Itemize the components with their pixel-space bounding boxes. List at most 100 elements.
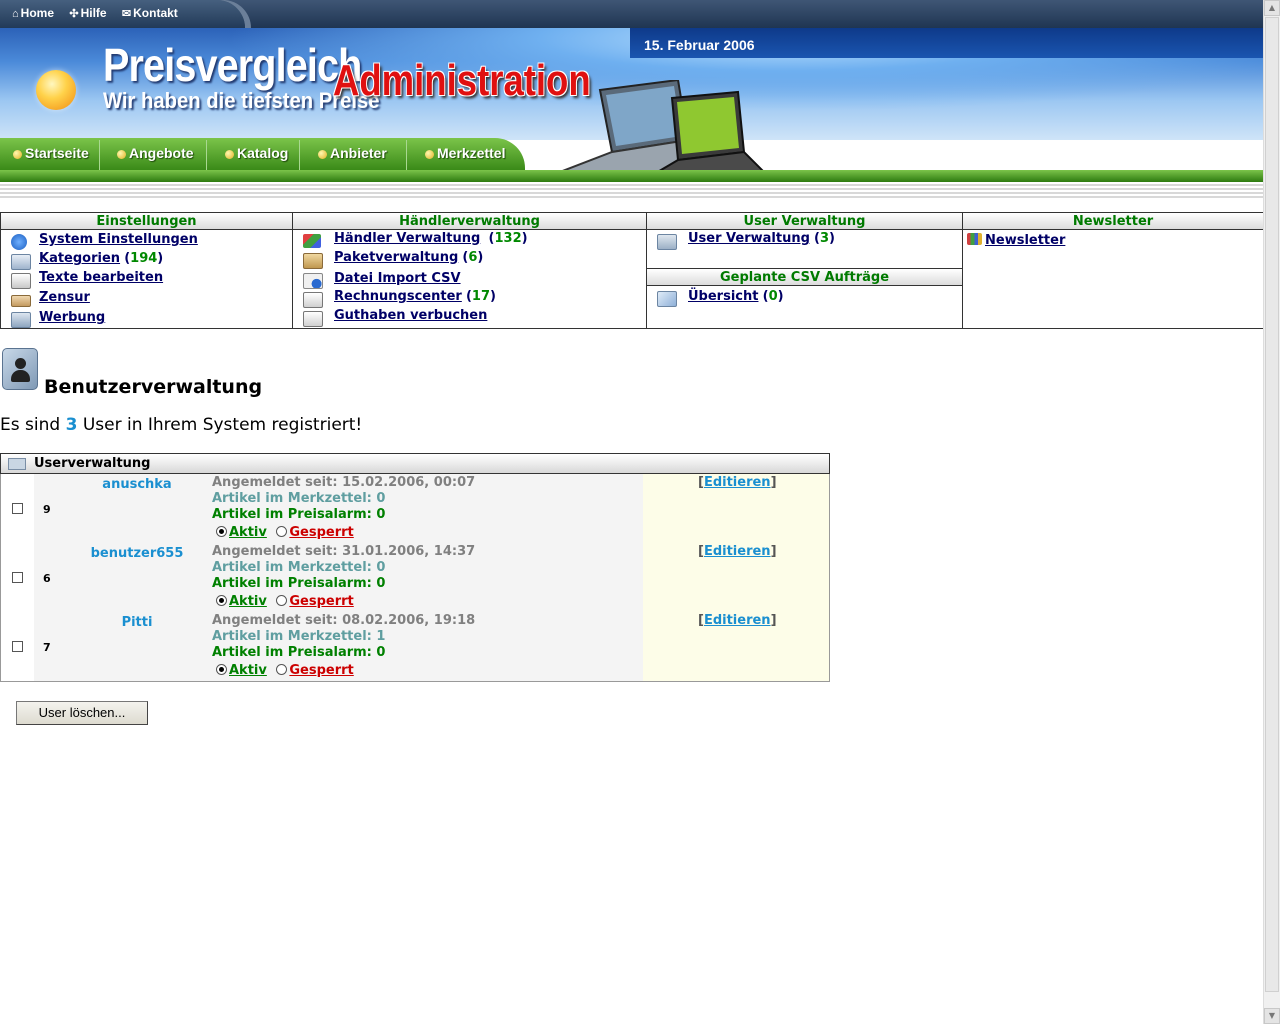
menu-einstellungen: Einstellungen System Einstellungen Kateg… xyxy=(1,213,293,328)
bullet-icon xyxy=(117,149,126,159)
help-link[interactable]: ✣ Hilfe xyxy=(69,6,106,20)
menu-rechnungscenter[interactable]: Rechnungscenter xyxy=(334,289,462,304)
menu-guthaben-verbuchen[interactable]: Guthaben verbuchen xyxy=(334,308,487,323)
help-icon: ✣ xyxy=(69,8,79,20)
menu-zensur[interactable]: Zensur xyxy=(39,290,90,305)
home-link[interactable]: ⌂ Home xyxy=(12,6,54,20)
admin-title: Administration xyxy=(333,56,591,105)
header-date: 15. Februar 2006 xyxy=(644,37,755,53)
user-id: 6 xyxy=(43,572,51,585)
user-status: Aktiv Gesperrt xyxy=(216,663,354,678)
user-count-info: Es sind 3 User in Ihrem System registrie… xyxy=(0,415,363,435)
registered-user-count: 3 xyxy=(65,415,78,435)
menu-einstellungen-title: Einstellungen xyxy=(1,213,292,230)
kategorien-count: 194 xyxy=(130,251,158,266)
table-row: 6 benutzer655 Angemeldet seit: 31.01.200… xyxy=(1,543,829,613)
bullet-icon xyxy=(425,149,434,159)
edit-text-icon xyxy=(11,273,31,289)
nav-startseite[interactable]: Startseite xyxy=(13,145,89,161)
home-icon: ⌂ xyxy=(12,8,19,20)
menu-user-verwaltung[interactable]: User Verwaltung xyxy=(688,231,810,246)
user-status: Aktiv Gesperrt xyxy=(216,525,354,540)
select-user-checkbox[interactable] xyxy=(12,641,23,652)
newsletter-icon xyxy=(967,233,982,245)
gesperrt-label[interactable]: Gesperrt xyxy=(289,525,353,540)
menu-haendler-title: Händlerverwaltung xyxy=(293,213,646,230)
edit-user-link[interactable]: Editieren xyxy=(704,544,771,559)
header-green-line xyxy=(0,170,1264,182)
edit-user: [Editieren] xyxy=(698,544,777,559)
menu-uebersicht[interactable]: Übersicht xyxy=(688,289,758,304)
contact-link[interactable]: ✉ Kontakt xyxy=(122,6,178,20)
nav-katalog[interactable]: Katalog xyxy=(225,145,288,161)
user-table: 9 anuschka Angemeldet seit: 15.02.2006, … xyxy=(0,474,830,682)
user-table-header: Userverwaltung xyxy=(0,453,830,474)
vertical-scrollbar[interactable]: ▲ ▼ xyxy=(1263,0,1280,1024)
page-title: Benutzerverwaltung xyxy=(44,376,263,398)
menu-haendler-verwaltung[interactable]: Händler Verwaltung xyxy=(334,231,480,246)
edit-user-link[interactable]: Editieren xyxy=(704,613,771,628)
menu-system-einstellungen[interactable]: System Einstellungen xyxy=(39,232,198,247)
user-since: Angemeldet seit: 08.02.2006, 19:18 xyxy=(212,613,476,628)
header-stripes xyxy=(0,182,1264,200)
scroll-down-icon[interactable]: ▼ xyxy=(1264,1008,1280,1024)
nav-merkzettel[interactable]: Merkzettel xyxy=(425,145,505,161)
edit-user-link[interactable]: Editieren xyxy=(704,475,771,490)
user-merkzettel: Artikel im Merkzettel: 0 xyxy=(212,560,386,575)
menu-datei-import-csv[interactable]: Datei Import CSV xyxy=(334,271,461,286)
table-row: 9 anuschka Angemeldet seit: 15.02.2006, … xyxy=(1,474,829,544)
nav-anbieter[interactable]: Anbieter xyxy=(318,145,387,161)
scroll-thumb[interactable] xyxy=(1265,17,1279,992)
site-title: Preisvergleich xyxy=(103,39,362,91)
globe-icon xyxy=(11,234,27,250)
user-id: 9 xyxy=(43,503,51,516)
menu-paketverwaltung[interactable]: Paketverwaltung xyxy=(334,250,458,265)
gesperrt-radio[interactable] xyxy=(276,595,288,606)
gesperrt-label[interactable]: Gesperrt xyxy=(289,594,353,609)
package-icon xyxy=(303,253,323,269)
user-preisalarm: Artikel im Preisalarm: 0 xyxy=(212,576,386,591)
site-header: ⌂ Home ✣ Hilfe ✉ Kontakt 15. Februar 2006 P… xyxy=(0,0,1264,200)
aktiv-label[interactable]: Aktiv xyxy=(229,594,267,609)
admin-menu: Einstellungen System Einstellungen Kateg… xyxy=(0,212,1264,329)
gesperrt-label[interactable]: Gesperrt xyxy=(289,663,353,678)
user-preisalarm: Artikel im Preisalarm: 0 xyxy=(212,507,386,522)
nav-divider xyxy=(206,140,207,170)
scroll-up-icon[interactable]: ▲ xyxy=(1264,0,1280,16)
user-status: Aktiv Gesperrt xyxy=(216,594,354,609)
menu-werbung[interactable]: Werbung xyxy=(39,310,105,325)
bullet-icon xyxy=(318,149,327,159)
nav-divider xyxy=(299,140,300,170)
aktiv-radio[interactable] xyxy=(216,526,227,537)
menu-haendler: Händlerverwaltung Händler Verwaltung (13… xyxy=(293,213,647,328)
user-since: Angemeldet seit: 15.02.2006, 00:07 xyxy=(212,475,476,490)
menu-texte-bearbeiten[interactable]: Texte bearbeiten xyxy=(39,270,163,285)
user-merkzettel: Artikel im Merkzettel: 0 xyxy=(212,491,386,506)
mail-icon: ✉ xyxy=(121,8,132,20)
menu-newsletter-link[interactable]: Newsletter xyxy=(985,233,1065,248)
select-user-checkbox[interactable] xyxy=(12,503,23,514)
aktiv-label[interactable]: Aktiv xyxy=(229,663,267,678)
delete-user-button[interactable]: User löschen... xyxy=(16,701,148,725)
aktiv-radio[interactable] xyxy=(216,595,227,606)
menu-kategorien[interactable]: Kategorien xyxy=(39,251,120,266)
rechnung-count: 17 xyxy=(471,289,491,304)
user-icon xyxy=(8,458,26,470)
edit-user: [Editieren] xyxy=(698,475,777,490)
user-name-link[interactable]: Pitti xyxy=(71,615,203,630)
aktiv-radio[interactable] xyxy=(216,664,227,675)
select-user-checkbox[interactable] xyxy=(12,572,23,583)
user-name-link[interactable]: benutzer655 xyxy=(71,546,203,561)
user-count: 3 xyxy=(820,231,830,246)
eraser-icon xyxy=(11,295,31,307)
nav-angebote[interactable]: Angebote xyxy=(117,145,194,161)
user-admin-icon xyxy=(2,348,38,390)
gesperrt-radio[interactable] xyxy=(276,664,288,675)
user-name-link[interactable]: anuschka xyxy=(71,477,203,492)
edit-user: [Editieren] xyxy=(698,613,777,628)
dealer-icon xyxy=(303,234,321,248)
bullet-icon xyxy=(225,149,234,159)
aktiv-label[interactable]: Aktiv xyxy=(229,525,267,540)
gesperrt-radio[interactable] xyxy=(276,526,288,537)
haendler-count: 132 xyxy=(494,231,522,246)
